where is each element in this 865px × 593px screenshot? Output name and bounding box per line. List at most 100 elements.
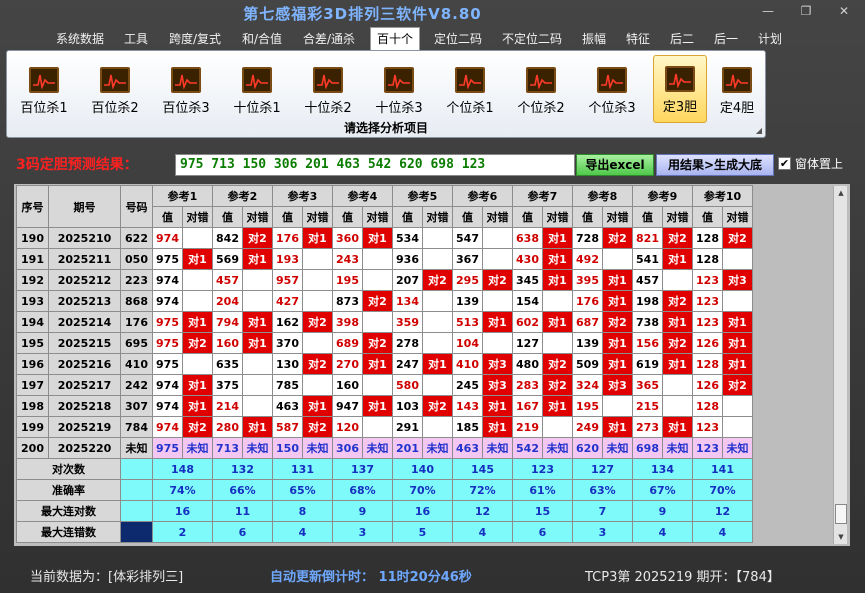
row-number: 622: [120, 227, 153, 249]
ribbon-button-4[interactable]: 十位杀1: [227, 63, 287, 125]
menu-amplitude[interactable]: 振幅: [576, 29, 612, 49]
cell-value: 821: [632, 227, 663, 249]
cell-value: 103: [392, 395, 423, 417]
cell-value: 280: [212, 416, 243, 438]
chart-icon: [526, 67, 556, 93]
header-check: 对错: [422, 206, 453, 228]
menu-sum[interactable]: 和/合值: [236, 29, 288, 49]
stats-value: 16: [152, 500, 213, 522]
cell-value: 128: [692, 227, 723, 249]
pending-check: 未知: [242, 437, 273, 459]
table-row[interactable]: 198 2025218 307 974 对1 214 463 对1 947 对1 103 对2 143 对…: [16, 395, 753, 417]
cell-check: [422, 311, 453, 333]
ribbon-button-1[interactable]: 百位杀1: [14, 63, 74, 125]
menu-fixed-two[interactable]: 定位二码: [428, 29, 488, 49]
pending-check: 未知: [482, 437, 513, 459]
menu-feature[interactable]: 特征: [620, 29, 656, 49]
table-row[interactable]: 192 2025212 223 974 457 957 195 207 对2 295 对2 345 对1…: [16, 269, 753, 291]
menu-system-data[interactable]: 系统数据: [50, 29, 110, 49]
ribbon-button-8[interactable]: 个位杀2: [511, 63, 571, 125]
cell-value: 123: [692, 416, 723, 438]
cell-check: [722, 248, 753, 270]
row-period: 2025215: [48, 332, 121, 354]
ribbon-expand-icon[interactable]: ◢: [756, 126, 762, 135]
menu-last-one[interactable]: 后一: [708, 29, 744, 49]
menu-unfixed-two[interactable]: 不定位二码: [496, 29, 568, 49]
pending-value: 463: [452, 437, 483, 459]
minimize-icon[interactable]: —: [758, 4, 778, 18]
cell-check: 对3: [482, 374, 513, 396]
cell-check: [662, 395, 693, 417]
ribbon-button-7[interactable]: 个位杀1: [440, 63, 500, 125]
vertical-scrollbar[interactable]: ▲ ▼: [833, 186, 847, 544]
cell-value: 126: [692, 374, 723, 396]
ribbon-button-6[interactable]: 十位杀3: [369, 63, 429, 125]
cell-check: 对2: [722, 374, 753, 396]
stats-value: 6: [212, 521, 273, 543]
menu-tools[interactable]: 工具: [118, 29, 154, 49]
pending-value: 698: [632, 437, 663, 459]
cell-value: 134: [392, 290, 423, 312]
cell-check: [542, 290, 573, 312]
row-number: 242: [120, 374, 153, 396]
stats-value: 72%: [452, 479, 513, 501]
ribbon-button-2[interactable]: 百位杀2: [85, 63, 145, 125]
row-seq: 192: [16, 269, 49, 291]
stats-row: 准确率 74% 66% 65% 68% 70% 72% 61% 63% 67% 70%: [16, 479, 753, 501]
table-row[interactable]: 194 2025214 176 975 对1 794 对1 162 对2 398 359 513 对1 6…: [16, 311, 753, 333]
cell-value: 176: [572, 290, 603, 312]
cell-value: 370: [272, 332, 303, 354]
cell-check: 对2: [662, 290, 693, 312]
ribbon-button-5[interactable]: 十位杀2: [298, 63, 358, 125]
prediction-result-field[interactable]: 975 713 150 306 201 463 542 620 698 123: [175, 154, 575, 176]
cell-check: 对1: [602, 290, 633, 312]
generate-base-button[interactable]: 用结果>生成大底: [656, 154, 774, 176]
menu-span[interactable]: 跨度/复式: [162, 29, 228, 49]
cell-value: 619: [632, 353, 663, 375]
menu-hundred-ten-unit[interactable]: 百十个: [370, 27, 420, 50]
table-row[interactable]: 199 2025219 784 974 对2 280 对1 587 对2 120 291 185 对1 2…: [16, 416, 753, 438]
cell-check: [422, 332, 453, 354]
pending-row[interactable]: 200 2025220 未知 975 未知 713 未知 150 未知 306 未知 201 未知 463…: [16, 437, 753, 459]
close-icon[interactable]: ✕: [834, 4, 854, 18]
ribbon-button-3[interactable]: 百位杀3: [156, 63, 216, 125]
ribbon-button-10[interactable]: 定3胆: [653, 55, 707, 123]
cell-check: 对1: [542, 248, 573, 270]
cell-check: [302, 332, 333, 354]
cell-value: 457: [212, 269, 243, 291]
table-row[interactable]: 197 2025217 242 974 对1 375 785 160 580 245 对3 283 对2…: [16, 374, 753, 396]
cell-check: 对1: [662, 248, 693, 270]
cell-check: 对1: [362, 353, 393, 375]
cell-check: 对2: [302, 311, 333, 333]
scroll-up-icon[interactable]: ▲: [834, 186, 848, 200]
menu-plan[interactable]: 计划: [752, 29, 788, 49]
cell-check: [482, 227, 513, 249]
row-period: 2025216: [48, 353, 121, 375]
stats-row: 最大连错数 2 6 4 3 5 4 6 3 4 4: [16, 521, 753, 543]
stay-on-top-checkbox[interactable]: ✔: [778, 157, 791, 170]
cell-value: 128: [692, 353, 723, 375]
table-row[interactable]: 196 2025216 410 975 635 130 对2 270 对1 247 对1 410 对3 4…: [16, 353, 753, 375]
ribbon-button-11[interactable]: 定4胆: [713, 63, 761, 125]
pending-value: 542: [512, 437, 543, 459]
maximize-icon[interactable]: ❐: [796, 4, 816, 18]
ribbon-button-9[interactable]: 个位杀3: [582, 63, 642, 125]
ribbon-button-label: 个位杀3: [588, 101, 636, 116]
table-row[interactable]: 195 2025215 695 975 对2 160 对1 370 689 对2 278 104 127…: [16, 332, 753, 354]
pending-value: 201: [392, 437, 423, 459]
table-row[interactable]: 193 2025213 868 974 204 427 873 对2 134 139 154 176 对…: [16, 290, 753, 312]
cell-check: 对1: [242, 332, 273, 354]
cell-check: 对2: [602, 227, 633, 249]
scrollbar-thumb[interactable]: [835, 504, 847, 524]
cell-check: 对2: [302, 353, 333, 375]
row-period: 2025219: [48, 416, 121, 438]
menu-last-two[interactable]: 后二: [664, 29, 700, 49]
pending-check: 未知: [182, 437, 213, 459]
table-row[interactable]: 190 2025210 622 974 842 对2 176 对1 360 对1 534 547 638…: [16, 227, 753, 249]
export-excel-button[interactable]: 导出excel: [576, 154, 654, 176]
menu-diff[interactable]: 合差/通杀: [296, 29, 362, 49]
cell-value: 541: [632, 248, 663, 270]
table-row[interactable]: 191 2025211 050 975 对1 569 对1 193 243 936 367 430 对1…: [16, 248, 753, 270]
scroll-down-icon[interactable]: ▼: [834, 530, 848, 544]
cell-check: 对1: [662, 353, 693, 375]
